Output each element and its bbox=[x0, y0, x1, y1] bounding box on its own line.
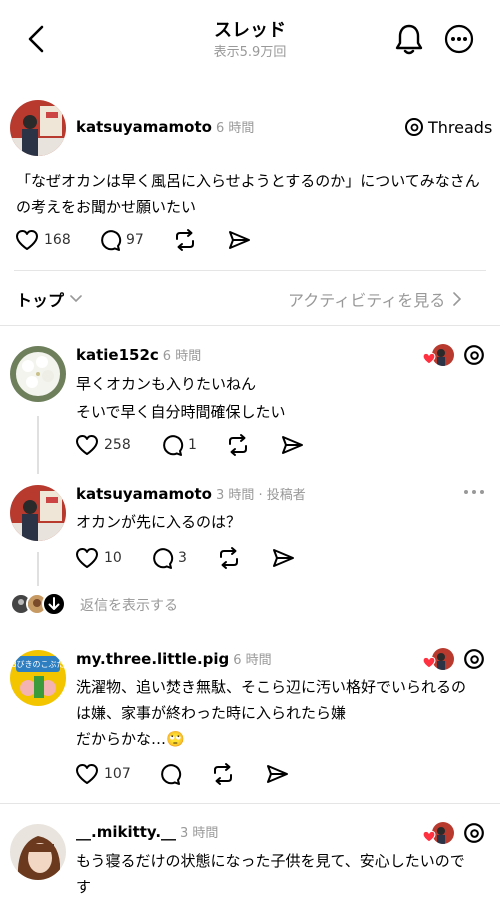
reply-text-line: だからかな…🙄 bbox=[76, 730, 185, 748]
bell-icon[interactable] bbox=[394, 22, 424, 56]
like-button[interactable]: 107 bbox=[74, 762, 131, 786]
avatar[interactable] bbox=[10, 100, 66, 156]
chevron-down-icon bbox=[70, 295, 82, 303]
sort-dropdown[interactable]: トップ bbox=[16, 287, 82, 311]
share-icon[interactable] bbox=[270, 546, 296, 570]
threads-brand[interactable]: Threads bbox=[404, 117, 492, 137]
reply-header: my.three.little.pig 6 時間 bbox=[76, 649, 272, 668]
view-count: 表示5.9万回 bbox=[213, 45, 287, 60]
heart-filled-icon bbox=[422, 352, 436, 365]
post-header: katsuyamamoto 6 時間 bbox=[76, 117, 254, 136]
like-count: 10 bbox=[104, 550, 122, 566]
heart-icon bbox=[14, 228, 40, 252]
comment-button[interactable]: 3 bbox=[150, 546, 187, 570]
comment-icon[interactable] bbox=[158, 762, 182, 786]
share-icon[interactable] bbox=[226, 228, 252, 252]
avatar[interactable] bbox=[10, 346, 66, 402]
avatar[interactable]: 3びきのこぶた bbox=[10, 650, 66, 706]
comment-button[interactable]: 1 bbox=[160, 433, 197, 457]
reply-text-line: オカンが先に入るのは？ bbox=[76, 513, 242, 531]
username[interactable]: katsuyamamoto bbox=[76, 485, 212, 503]
divider bbox=[0, 325, 500, 326]
heart-icon bbox=[74, 762, 100, 786]
threads-logo-icon bbox=[404, 117, 424, 137]
comment-button[interactable]: 97 bbox=[98, 228, 144, 252]
reply-text-line: もう寝るだけの状態になった子供を見て、安心したいので bbox=[76, 852, 465, 870]
show-replies-button[interactable]: 返信を表示する bbox=[10, 591, 230, 617]
reply-header: katsuyamamoto 3 時間 · 投稿者 bbox=[76, 484, 306, 503]
reply-text: 洗濯物、追い焚き無駄、そこら辺に汚い格好でいられるの は嫌、家事が終わった時に入… bbox=[76, 674, 466, 752]
threads-label: Threads bbox=[428, 117, 493, 137]
more-options-icon[interactable] bbox=[444, 24, 474, 54]
reply-time: 3 時間 · 投稿者 bbox=[215, 488, 306, 503]
reply-header: katie152c 6 時間 bbox=[76, 345, 201, 364]
show-replies-label: 返信を表示する bbox=[80, 598, 178, 614]
reply-time: 6 時間 bbox=[233, 653, 272, 668]
threads-logo-icon[interactable] bbox=[463, 822, 485, 844]
heart-icon bbox=[74, 433, 100, 457]
like-button[interactable]: 10 bbox=[74, 546, 122, 570]
avatar-book-title: 3びきのこぶた bbox=[11, 660, 64, 669]
reply-text-line: 洗濯物、追い焚き無駄、そこら辺に汚い格好でいられるの bbox=[76, 678, 467, 696]
reply-text: オカンが先に入るのは？ bbox=[76, 509, 241, 535]
threads-logo-icon[interactable] bbox=[463, 344, 485, 366]
thread-line bbox=[37, 552, 39, 586]
liked-by-author-indicator bbox=[422, 344, 456, 368]
reply-text-line: す bbox=[76, 878, 92, 896]
username[interactable]: katie152c bbox=[76, 346, 159, 364]
comment-count: 1 bbox=[188, 437, 197, 453]
repost-icon[interactable] bbox=[225, 433, 251, 457]
comment-count: 3 bbox=[178, 550, 187, 566]
avatar[interactable] bbox=[10, 824, 66, 880]
reply-time: 3 時間 bbox=[180, 826, 219, 841]
liked-by-author-indicator bbox=[422, 822, 456, 846]
avatar[interactable] bbox=[10, 485, 66, 541]
sort-label: トップ bbox=[16, 291, 65, 310]
thread-line bbox=[37, 416, 39, 474]
reply-text: 早くオカンも入りたいねん そいで早く自分時間確保したい bbox=[76, 370, 286, 426]
comment-count: 97 bbox=[126, 232, 144, 248]
comment-icon bbox=[98, 228, 122, 252]
divider bbox=[14, 270, 486, 271]
repost-icon[interactable] bbox=[216, 546, 242, 570]
reply-text-line: は嫌、家事が終わった時に入られたら嫌 bbox=[76, 704, 347, 722]
reply-text: もう寝るだけの状態になった子供を見て、安心したいので す bbox=[76, 848, 465, 900]
reply-time: 6 時間 bbox=[162, 349, 202, 364]
arrow-down-icon bbox=[42, 592, 66, 616]
heart-filled-icon bbox=[422, 830, 436, 843]
share-icon[interactable] bbox=[264, 762, 290, 786]
post-text: 「なぜオカンは早く風呂に入らせようとするのか」についてみなさん の考えをお聞かせ… bbox=[16, 168, 480, 220]
repost-icon[interactable] bbox=[210, 762, 236, 786]
like-count: 258 bbox=[104, 437, 131, 453]
like-button[interactable]: 168 bbox=[14, 228, 71, 252]
repost-icon[interactable] bbox=[172, 228, 198, 252]
reply-header: __.mikitty.__ 3 時間 bbox=[76, 822, 218, 841]
post-text-line: の考えをお聞かせ願いたい bbox=[16, 198, 197, 216]
threads-logo-icon[interactable] bbox=[463, 648, 485, 670]
like-count: 168 bbox=[44, 232, 71, 248]
more-horizontal-icon[interactable] bbox=[462, 488, 486, 496]
page-title: スレッド bbox=[214, 20, 286, 41]
activity-label: アクティビティを見る bbox=[288, 291, 446, 310]
comment-icon bbox=[150, 546, 174, 570]
post-text-line: 「なぜオカンは早く風呂に入らせようとするのか」についてみなさん bbox=[16, 172, 480, 190]
username[interactable]: __.mikitty.__ bbox=[76, 823, 176, 841]
like-button[interactable]: 258 bbox=[74, 433, 131, 457]
post-time: 6 時間 bbox=[215, 121, 255, 136]
heart-icon bbox=[74, 546, 100, 570]
heart-filled-icon bbox=[422, 656, 436, 669]
share-icon[interactable] bbox=[279, 433, 305, 457]
chevron-right-icon bbox=[453, 292, 462, 306]
liked-by-author-indicator bbox=[422, 648, 456, 672]
divider bbox=[0, 803, 500, 804]
view-activity-link[interactable]: アクティビティを見る bbox=[288, 287, 462, 311]
username[interactable]: katsuyamamoto bbox=[76, 118, 212, 136]
comment-icon bbox=[160, 433, 184, 457]
reply-text-line: そいで早く自分時間確保したい bbox=[76, 403, 286, 421]
username[interactable]: my.three.little.pig bbox=[76, 650, 229, 668]
reply-text-line: 早くオカンも入りたいねん bbox=[76, 375, 257, 393]
like-count: 107 bbox=[104, 766, 131, 782]
